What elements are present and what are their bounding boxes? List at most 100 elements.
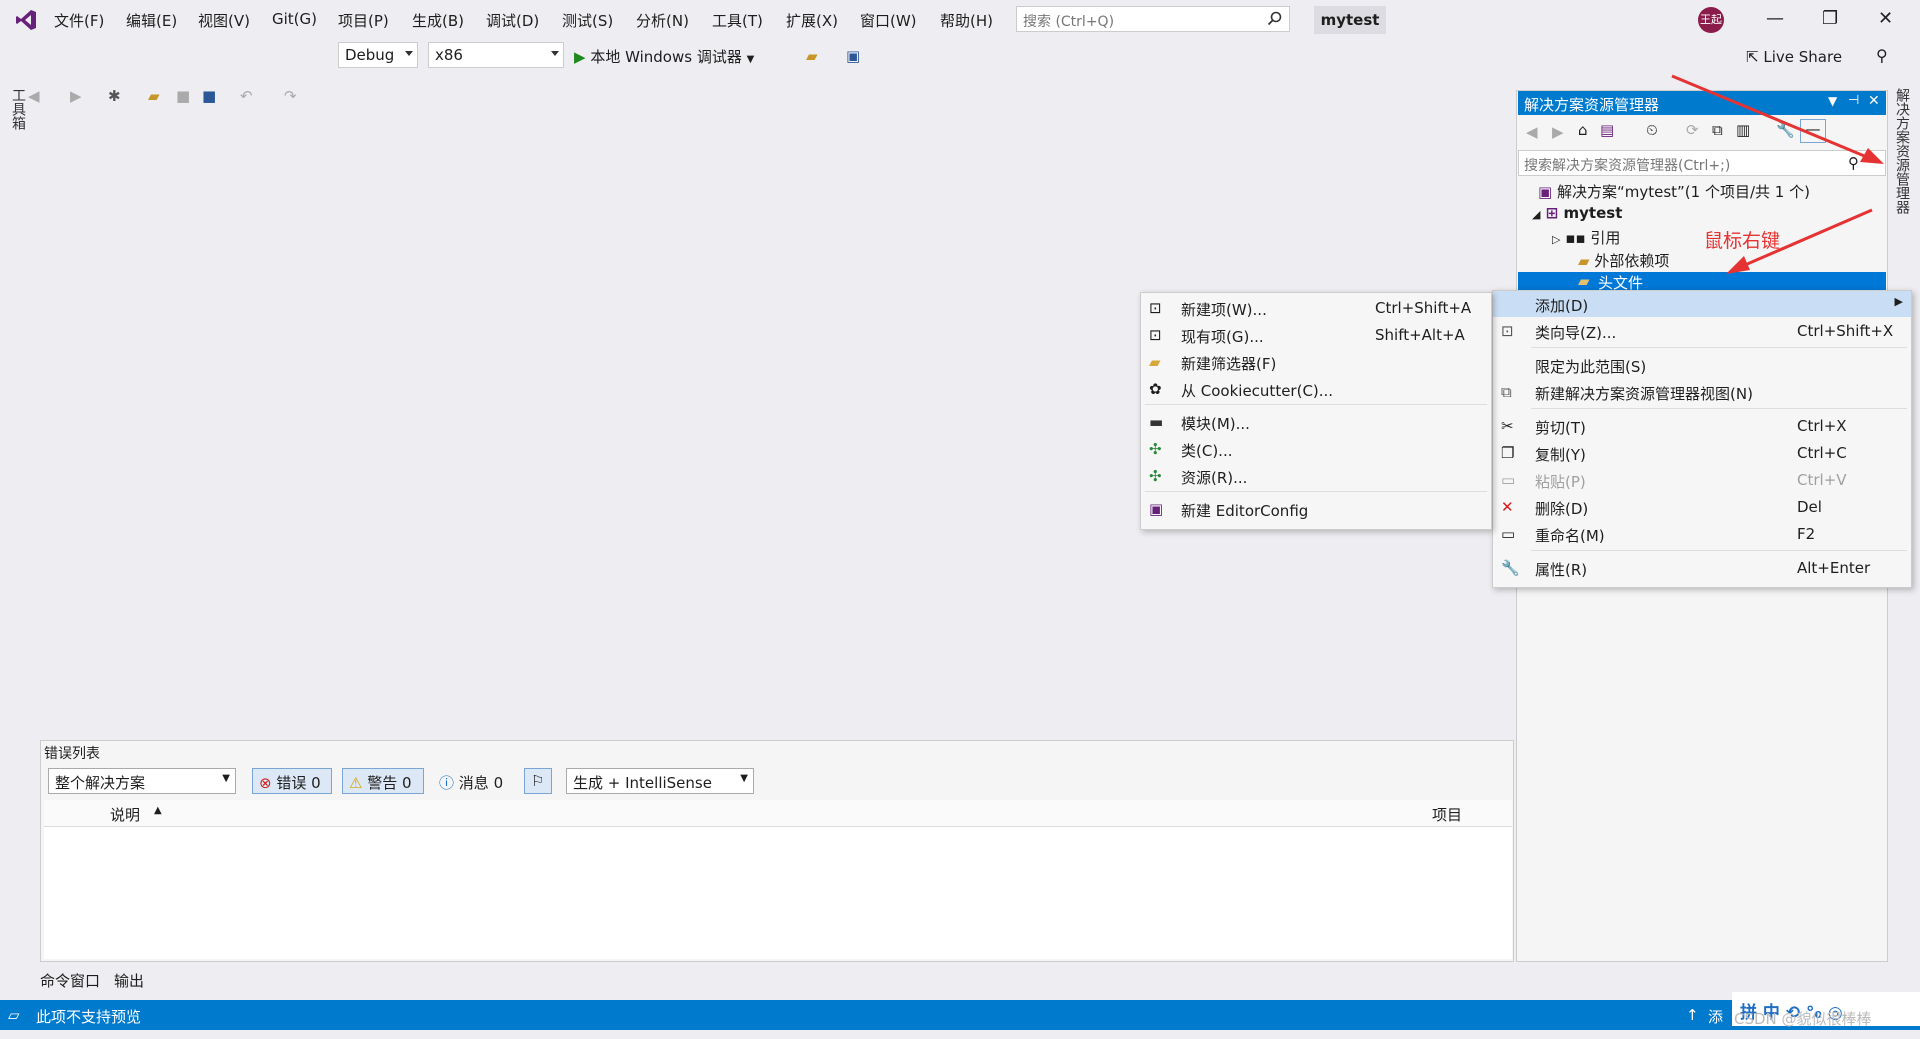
navigate-back-icon[interactable]: ◀ [28,87,46,105]
menu-item-module[interactable]: ▬ 模块(M)... [1141,409,1491,435]
menu-item-properties[interactable]: 🔧 属性(R) Alt+Enter [1493,555,1911,581]
restore-icon[interactable]: ❐ [1822,8,1838,29]
menu-item-label: 属性(R) [1535,561,1588,579]
save-icon[interactable]: ■ [176,87,194,105]
toolbox-tab[interactable]: 工具箱 [8,88,28,130]
platform-select[interactable]: x86 [428,42,564,68]
menu-item-new-item[interactable]: ⊡ 新建项(W)... Ctrl+Shift+A [1141,295,1491,321]
folder-search-icon[interactable]: ▰ [806,47,824,65]
class-icon: ✣ [1149,440,1162,458]
warnings-filter-button[interactable]: ⚠ 警告 0 [342,768,424,794]
tree-references[interactable]: ▷ ▪▪ 引用 [1552,227,1620,249]
menu-help[interactable]: 帮助(H) [940,10,993,31]
menu-git[interactable]: Git(G) [272,10,317,28]
play-icon: ▶ [574,48,586,66]
status-right-text[interactable]: 添 [1708,1006,1723,1027]
menu-item-scope-to-this[interactable]: 限定为此范围(S) [1493,352,1911,378]
save-all-icon[interactable]: ■ [202,87,220,105]
class-wizard-icon: ⊡ [1501,322,1514,340]
column-description[interactable]: 说明 [110,804,140,825]
feedback-icon[interactable]: ⚲ [1876,46,1888,65]
tab-output[interactable]: 输出 [114,970,144,991]
live-share-button[interactable]: ⇱ Live Share [1746,48,1842,66]
menu-item-label: 重命名(M) [1535,527,1605,545]
visual-studio-logo-icon[interactable] [14,8,38,32]
menu-item-shortcut: Ctrl+V [1797,471,1847,489]
tree-project-label: mytest [1563,204,1623,222]
tree-references-label: 引用 [1590,229,1621,247]
minimize-icon[interactable]: — [1766,8,1784,29]
back-icon[interactable]: ◀ [1526,123,1538,141]
menu-item-cut[interactable]: ✂ 剪切(T) Ctrl+X [1493,413,1911,439]
navigate-forward-icon[interactable]: ▶ [70,87,88,105]
error-scope-select[interactable]: 整个解决方案 ▼ [48,768,236,794]
chevron-down-icon: ▼ [222,773,230,784]
search-placeholder: 搜索 (Ctrl+Q) [1023,14,1115,30]
status-text: 此项不支持预览 [36,1008,142,1026]
window-layout-icon[interactable]: ▣ [846,47,864,65]
menu-item-delete[interactable]: ✕ 删除(D) Del [1493,494,1911,520]
configuration-select[interactable]: Debug [338,42,418,68]
menu-item-add[interactable]: 添加(D) ▶ [1493,291,1911,317]
switch-views-icon[interactable]: ▤ [1600,121,1614,139]
watermark: CSDN @貌似很棒棒 [1734,1010,1872,1028]
messages-filter-button[interactable]: ⓘ 消息 0 [432,768,516,794]
menu-separator [1145,491,1487,492]
menu-debug[interactable]: 调试(D) [486,10,539,31]
editorconfig-icon: ▣ [1149,500,1164,518]
tab-command-window[interactable]: 命令窗口 [40,970,100,991]
column-project[interactable]: 项目 [1432,804,1462,825]
menu-separator [1531,347,1907,348]
pending-changes-icon[interactable]: ⏲ [1646,121,1658,139]
menu-view[interactable]: 视图(V) [198,10,250,31]
new-project-icon[interactable]: ✱ [108,87,126,105]
close-icon[interactable]: ✕ [1878,8,1893,29]
menu-item-label: 新建筛选器(F) [1181,355,1277,373]
annotation-right-click: 鼠标右键 [1704,230,1781,252]
redo-icon[interactable]: ↷ [284,87,302,105]
menu-item-existing-item[interactable]: ⊡ 现有项(G)... Shift+Alt+A [1141,322,1491,348]
home-icon[interactable]: ⌂ [1578,121,1588,139]
undo-icon[interactable]: ↶ [240,87,258,105]
menu-item-class-wizard[interactable]: ⊡ 类向导(Z)... Ctrl+Shift+X [1493,318,1911,344]
menu-item-label: 新建解决方案资源管理器视图(N) [1535,385,1753,403]
menu-build[interactable]: 生成(B) [412,10,464,31]
start-debugging-button[interactable]: ▶ 本地 Windows 调试器 ▼ [574,46,754,67]
paste-icon: ▭ [1501,471,1516,489]
tree-project[interactable]: ◢ ⊞ mytest [1532,204,1622,226]
search-input[interactable]: 搜索 (Ctrl+Q) [1016,6,1290,32]
build-source-select[interactable]: 生成 + IntelliSense ▼ [566,768,754,794]
menu-separator [1531,408,1907,409]
menu-item-new-filter[interactable]: ▰ 新建筛选器(F) [1141,349,1491,375]
menu-item-resource[interactable]: ✣ 资源(R)... [1141,463,1491,489]
menu-tools[interactable]: 工具(T) [712,10,763,31]
menu-item-rename[interactable]: ▭ 重命名(M) F2 [1493,521,1911,547]
menu-file[interactable]: 文件(F) [54,10,104,31]
menu-item-class[interactable]: ✣ 类(C)... [1141,436,1491,462]
cookiecutter-icon: ✿ [1149,380,1162,398]
build-filter-toggle[interactable]: ⚐ [524,768,552,794]
menu-edit[interactable]: 编辑(E) [126,10,177,31]
tree-external-deps[interactable]: ▰ 外部依赖项 [1578,250,1669,272]
menu-item-paste[interactable]: ▭ 粘贴(P) Ctrl+V [1493,467,1911,493]
menu-test[interactable]: 测试(S) [562,10,613,31]
live-share-label: Live Share [1763,48,1843,66]
publish-arrow-icon[interactable]: ↑ [1686,1006,1699,1024]
open-folder-icon[interactable]: ▰ [148,87,166,105]
menu-analyze[interactable]: 分析(N) [636,10,689,31]
solution-icon: ▣ [1538,183,1553,201]
menu-item-label: 类(C)... [1181,442,1233,460]
menu-extensions[interactable]: 扩展(X) [786,10,838,31]
share-icon: ⇱ [1746,48,1759,66]
menu-item-cookiecutter[interactable]: ✿ 从 Cookiecutter(C)... [1141,376,1491,402]
context-menu: 添加(D) ▶ ⊡ 类向导(Z)... Ctrl+Shift+X 限定为此范围(… [1492,290,1912,588]
menu-item-copy[interactable]: ❐ 复制(Y) Ctrl+C [1493,440,1911,466]
menu-project[interactable]: 项目(P) [338,10,389,31]
menu-window[interactable]: 窗口(W) [860,10,917,31]
menu-item-label: 复制(Y) [1535,446,1586,464]
errors-filter-button[interactable]: ⊗ 错误 0 [252,768,332,794]
forward-icon[interactable]: ▶ [1552,123,1564,141]
menu-item-new-editorconfig[interactable]: ▣ 新建 EditorConfig [1141,496,1491,522]
menu-item-new-explorer-view[interactable]: ⧉ 新建解决方案资源管理器视图(N) [1493,379,1911,405]
user-avatar[interactable]: 王起 [1698,7,1724,33]
